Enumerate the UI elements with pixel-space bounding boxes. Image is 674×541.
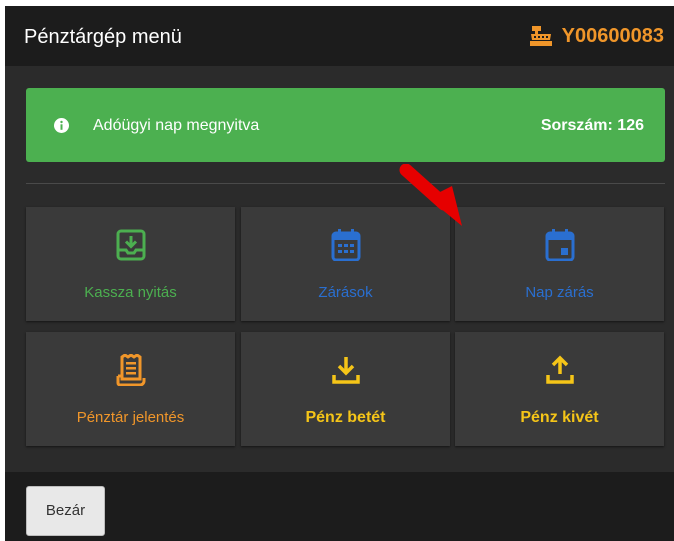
tile-label: Kassza nyitás: [84, 284, 177, 301]
cash-register-menu-panel: Pénztárgép menü Y00600083 Adóügyi nap me…: [5, 6, 674, 541]
tile-label: Pénz betét: [305, 409, 386, 426]
upload-icon: [545, 355, 574, 384]
annotation-arrow-icon: [399, 164, 462, 226]
close-button[interactable]: Bezár: [26, 486, 105, 536]
tile-penz-betet[interactable]: Pénz betét: [241, 332, 450, 446]
tile-label: Pénz kivét: [520, 409, 599, 426]
info-icon: [54, 118, 69, 133]
tile-label: Nap zárás: [525, 284, 594, 301]
tile-penztar-jelentes[interactable]: Pénztár jelentés: [26, 332, 235, 446]
download-icon: [331, 357, 360, 384]
tile-kassza-nyitas[interactable]: Kassza nyitás: [26, 207, 235, 321]
tile-nap-zaras[interactable]: Nap zárás: [455, 207, 664, 321]
calendar-grid-icon: [331, 229, 360, 261]
status-message: Adóügyi nap megnyitva: [93, 117, 260, 134]
receipt-icon: [116, 354, 145, 386]
header: Pénztárgép menü Y00600083: [5, 6, 674, 66]
serial-number: Sorszám: 126: [540, 117, 644, 134]
status-banner: Adóügyi nap megnyitva Sorszám: 126: [26, 88, 665, 162]
footer: Bezár: [5, 472, 674, 541]
divider: [26, 183, 665, 184]
page-title: Pénztárgép menü: [24, 26, 182, 48]
tile-label: Zárások: [318, 284, 373, 301]
device-id-text: Y00600083: [561, 25, 664, 47]
tile-label: Pénztár jelentés: [76, 409, 185, 426]
device-id: Y00600083: [529, 24, 664, 48]
cash-register-icon: [529, 26, 552, 46]
tray-download-icon: [116, 229, 145, 261]
calendar-day-icon: [545, 229, 574, 261]
tile-penz-kivet[interactable]: Pénz kivét: [455, 332, 664, 446]
